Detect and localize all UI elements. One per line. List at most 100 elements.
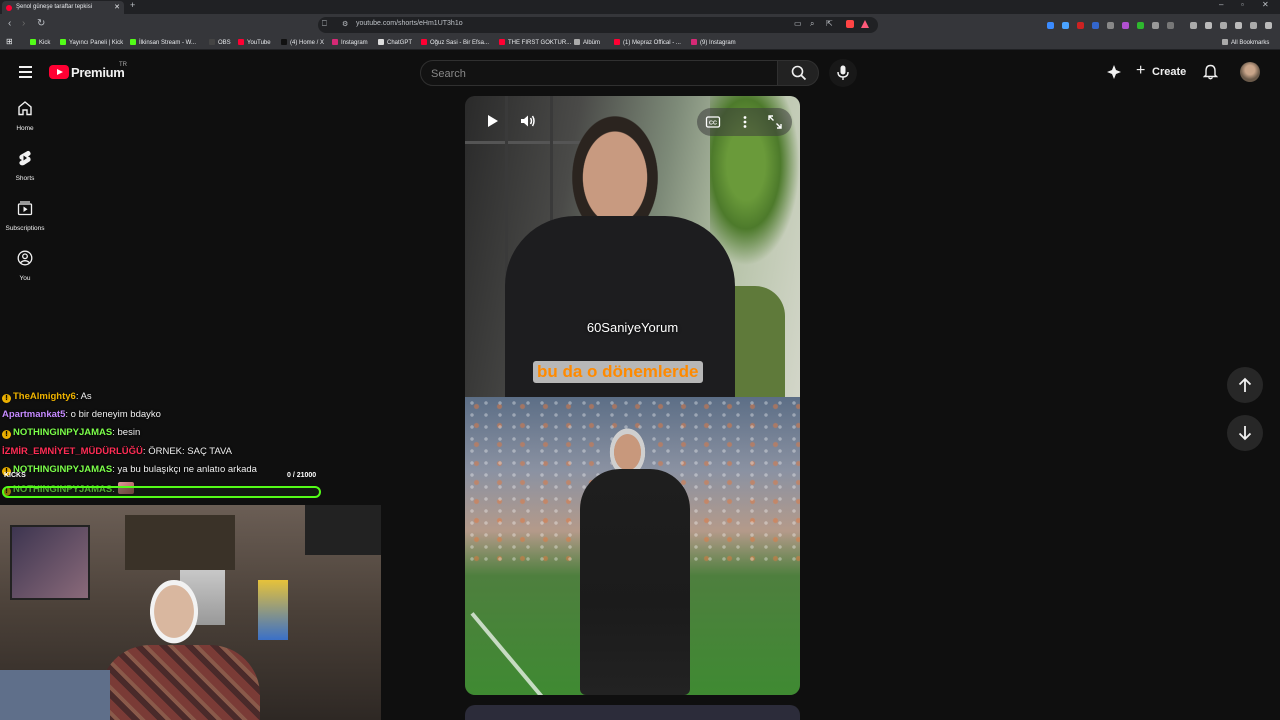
media-icon[interactable]: [1190, 22, 1197, 29]
bookmarks-bar: ⊞ Kick Yayıncı Paneli | Kick İlkinsan Stre…: [0, 36, 1280, 50]
sidebar-item-you[interactable]: You: [0, 242, 50, 290]
bookmark-item[interactable]: Instagram: [332, 39, 368, 46]
logo-text[interactable]: Premium: [71, 65, 125, 80]
sidebar-item-label: Home: [16, 125, 34, 132]
bookmark-item[interactable]: ChatGPT: [378, 39, 412, 46]
extension-icon[interactable]: [1107, 22, 1114, 29]
next-short-button[interactable]: [1227, 415, 1263, 451]
account-avatar[interactable]: [1240, 62, 1260, 82]
sidebar-item-label: Shorts: [15, 175, 35, 182]
apps-icon[interactable]: ⊞: [6, 37, 13, 46]
youtube-logo-icon[interactable]: [49, 65, 69, 79]
sidepanel-icon[interactable]: [1167, 22, 1174, 29]
fullscreen-icon[interactable]: [767, 114, 783, 130]
download-icon[interactable]: [1220, 22, 1227, 29]
chat-message: ! TheAlmighty6: As: [2, 391, 92, 403]
bookmark-item[interactable]: (9) Instagram: [691, 39, 736, 46]
create-button[interactable]: Create: [1134, 61, 1186, 82]
bookmark-favicon-icon: [691, 39, 697, 45]
new-tab-button[interactable]: +: [130, 0, 135, 10]
shield-icon[interactable]: [1250, 22, 1257, 29]
coach-body: [580, 469, 690, 695]
play-button[interactable]: [483, 112, 501, 130]
bookmark-favicon-icon: [574, 39, 580, 45]
bookmark-item[interactable]: YouTube: [238, 39, 271, 46]
folder-icon: [1222, 39, 1228, 45]
streamer-webcam: [0, 505, 381, 720]
chat-badge-icon: !: [2, 394, 11, 403]
notifications-bell-icon[interactable]: [1203, 64, 1218, 80]
sidebar-item-label: Subscriptions: [5, 225, 45, 232]
extension-icon[interactable]: [1122, 22, 1129, 29]
stream-chat-overlay: ! TheAlmighty6: As Apartmankat5: o bir den…: [0, 389, 330, 501]
extension-icon[interactable]: [1092, 22, 1099, 29]
streamer-face: [145, 580, 203, 650]
minimize-icon[interactable]: –: [1219, 0, 1223, 9]
search-box[interactable]: [420, 60, 778, 86]
gemini-spark-icon[interactable]: [1106, 64, 1122, 80]
bookmark-item[interactable]: Oğuz Sasi - Bir Efsa...: [421, 39, 489, 46]
mini-sidebar: Home Shorts Subscriptions You: [0, 92, 50, 292]
close-tab-icon[interactable]: ✕: [114, 1, 120, 14]
bookmark-label: Yayıncı Paneli | Kick: [69, 40, 124, 46]
bookmark-label: YouTube: [247, 40, 271, 46]
extension-icon[interactable]: [1047, 22, 1054, 29]
browser-tab-strip: Şenol güneşe taraftar tepkisi ✕ + – ▫ ✕: [0, 0, 1280, 14]
next-short-preview[interactable]: [465, 705, 800, 720]
profile-icon[interactable]: [1235, 22, 1242, 29]
bookmark-favicon-icon: [281, 39, 287, 45]
sidebar-item-shorts[interactable]: Shorts: [0, 142, 50, 190]
previous-short-button[interactable]: [1227, 367, 1263, 403]
bookmark-item[interactable]: Albüm: [574, 39, 600, 46]
all-bookmarks-button[interactable]: All Bookmarks: [1222, 39, 1269, 46]
search-button[interactable]: [777, 60, 819, 86]
search-input[interactable]: [431, 66, 761, 81]
extension-icon[interactable]: [1077, 22, 1084, 29]
bookmark-label: THE FIRST GOKTUR...: [508, 40, 572, 46]
bookmark-favicon-icon: [499, 39, 505, 45]
extension-icon[interactable]: [1062, 22, 1069, 29]
more-menu-icon[interactable]: [1265, 22, 1272, 29]
maximize-icon[interactable]: ▫: [1241, 0, 1244, 9]
more-options-icon[interactable]: [737, 114, 753, 130]
shorts-video-player[interactable]: CC 60SaniyeYorum bu da o dönemlerde: [465, 96, 800, 695]
reading-list-icon[interactable]: [1205, 22, 1212, 29]
chat-text: ÖRNEK: SAÇ TAVA: [148, 445, 232, 457]
share-icon[interactable]: ⇱: [826, 19, 833, 28]
bookmark-label: Oğuz Sasi - Bir Efsa...: [430, 40, 490, 46]
extension-badge-icon[interactable]: [846, 20, 854, 28]
browser-tab[interactable]: Şenol güneşe taraftar tepkisi ✕: [2, 1, 124, 14]
chat-text: besin: [117, 427, 141, 439]
bookmark-item[interactable]: THE FIRST GOKTUR...: [499, 39, 571, 46]
closed-captions-icon[interactable]: CC: [705, 114, 721, 130]
bookmark-item[interactable]: Kick: [30, 39, 50, 46]
site-info-icon[interactable]: ⚙: [342, 20, 348, 28]
bookmark-page-icon[interactable]: ⎕: [322, 19, 327, 29]
bookmark-label: Albüm: [583, 40, 601, 46]
back-icon[interactable]: ‹: [8, 18, 11, 29]
voice-search-button[interactable]: [829, 59, 857, 87]
puzzle-icon[interactable]: [1152, 22, 1159, 29]
chat-text: o bir deneyim bdayko: [70, 409, 161, 421]
bookmark-item[interactable]: OBS: [209, 39, 231, 46]
close-window-icon[interactable]: ✕: [1262, 0, 1269, 9]
zoom-icon[interactable]: ⌕: [810, 19, 814, 29]
extension-icon[interactable]: [1137, 22, 1144, 29]
volume-icon: [521, 115, 535, 127]
bookmark-item[interactable]: İlkinsan Stream - W...: [130, 39, 196, 46]
arrow-down-icon: [1238, 426, 1252, 441]
sidebar-item-subscriptions[interactable]: Subscriptions: [0, 192, 50, 240]
bookmark-item[interactable]: (1) Mepraz Offical - ...: [614, 39, 681, 46]
bookmark-item[interactable]: (4) Home / X: [281, 39, 324, 46]
goal-label: KICKS: [4, 472, 26, 479]
brave-rewards-icon[interactable]: [861, 20, 869, 28]
forward-icon[interactable]: ›: [22, 18, 25, 29]
sidebar-item-home[interactable]: Home: [0, 92, 50, 140]
hamburger-menu-icon[interactable]: [19, 66, 32, 78]
cast-icon[interactable]: ▭: [794, 19, 802, 28]
address-bar[interactable]: ⎕ ⚙ youtube.com/shorts/eHm1UT3h1o ▭ ⌕ ⇱: [318, 17, 878, 33]
youtube-header: Premium TR Create: [0, 52, 1280, 92]
bookmark-item[interactable]: Yayıncı Paneli | Kick: [60, 39, 123, 46]
reload-icon[interactable]: ↻: [37, 18, 45, 29]
volume-button[interactable]: [519, 112, 537, 130]
